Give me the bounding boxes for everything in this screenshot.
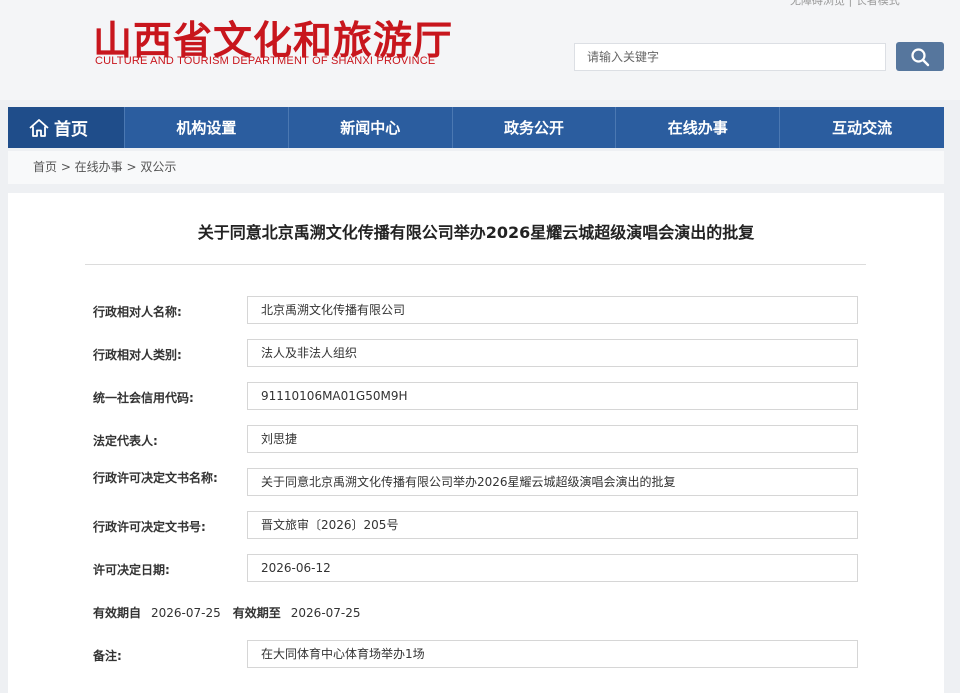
nav-item-online-services[interactable]: 在线办事 [616,107,781,148]
field-value-applicant-name: 北京禹溯文化传播有限公司 [247,296,858,324]
site-header: 山西省文化和旅游厅 CULTURE AND TOURISM DEPARTMENT… [0,0,960,100]
field-value-legal-representative: 刘思捷 [247,425,858,453]
search-icon [911,47,930,66]
validity-period: 有效期自 2026-07-25 有效期至 2026-07-25 [93,604,373,621]
field-label-legal-representative: 法定代表人: [93,434,158,448]
valid-to-label: 有效期至 [232,606,281,620]
valid-to-value: 2026-07-25 [290,606,361,620]
page-title: 关于同意北京禹溯文化传播有限公司举办2026星耀云城超级演唱会演出的批复 [197,223,755,242]
field-label-credit-code: 统一社会信用代码: [93,391,194,405]
home-icon [28,118,50,138]
search-button[interactable] [896,42,944,71]
field-label-decision-document-name: 行政许可决定文书名称: [93,471,218,485]
valid-from-value: 2026-07-25 [151,606,221,620]
field-value-applicant-type: 法人及非法人组织 [247,339,858,367]
valid-from-label: 有效期自 [93,606,142,620]
main-navigation: 首页 机构设置 新闻中心 政务公开 在线办事 互动交流 [8,107,944,148]
title-divider [85,264,866,265]
field-value-remark: 在大同体育中心体育场举办1场 [247,640,858,668]
site-logo-english: CULTURE AND TOURISM DEPARTMENT OF SHANXI… [95,55,436,67]
field-label-decision-date: 许可决定日期: [93,563,170,577]
nav-item-news-center[interactable]: 新闻中心 [289,107,453,148]
field-label-applicant-type: 行政相对人类别: [93,348,182,362]
field-label-applicant-name: 行政相对人名称: [93,305,182,319]
field-value-decision-document-number: 晋文旅审〔2026〕205号 [247,511,858,539]
field-value-decision-date: 2026-06-12 [247,554,858,582]
field-label-decision-document-number: 行政许可决定文书号: [93,520,206,534]
nav-item-organization[interactable]: 机构设置 [125,107,289,148]
field-label-remark: 备注: [93,649,122,663]
nav-item-interaction[interactable]: 互动交流 [780,107,944,148]
field-value-credit-code: 91110106MA01G50M9H [247,382,858,410]
nav-item-label: 首页 [54,120,88,140]
search-input[interactable] [574,43,886,71]
field-value-decision-document-name: 关于同意北京禹溯文化传播有限公司举办2026星耀云城超级演唱会演出的批复 [247,468,858,496]
top-utility-links[interactable]: 无障碍浏览 | 长者模式 [790,0,900,8]
nav-item-home[interactable]: 首页 [8,107,125,148]
nav-item-government-affairs[interactable]: 政务公开 [453,107,617,148]
breadcrumb[interactable]: 首页 > 在线办事 > 双公示 [8,151,944,184]
article-panel: 关于同意北京禹溯文化传播有限公司举办2026星耀云城超级演唱会演出的批复 行政相… [8,193,944,693]
